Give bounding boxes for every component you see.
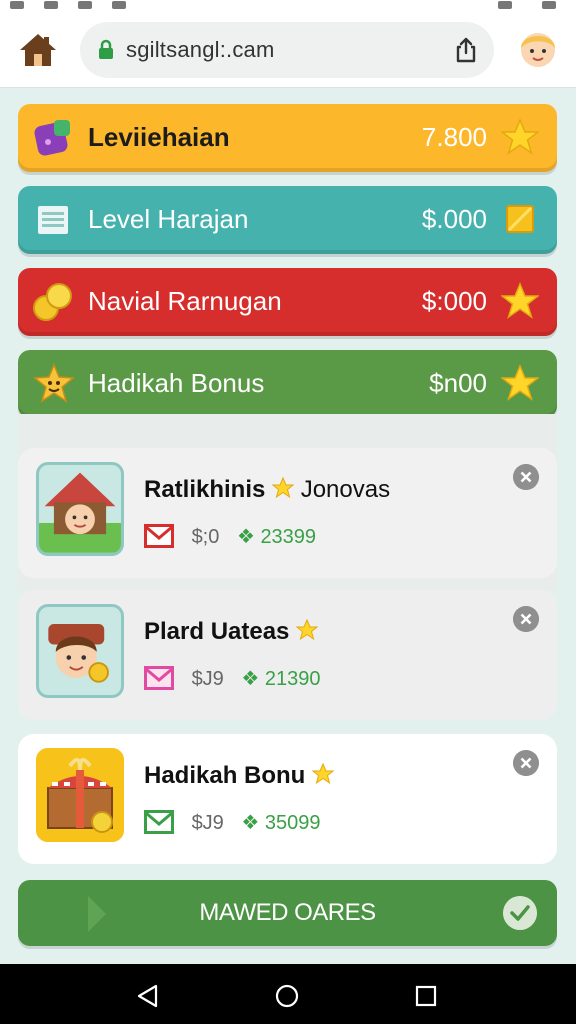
reward-row[interactable]: Leviiehaian 7.800 [18, 104, 557, 172]
coins-icon [33, 283, 72, 321]
smiling-star-icon [33, 363, 75, 403]
star-icon [501, 364, 539, 401]
item-title: Ratlikhinis Jonovas [144, 476, 390, 504]
recents-icon[interactable] [414, 984, 438, 1008]
gem-icon: ❖ [241, 668, 260, 690]
envelope-icon [144, 524, 174, 548]
reward-label: Level Harajan [88, 204, 249, 234]
close-icon[interactable] [513, 606, 539, 632]
yellow-square-icon [506, 205, 534, 233]
gem-icon: ❖ [241, 812, 260, 834]
treasure-chest-icon [36, 748, 124, 842]
item-title: Hadikah Bonu [144, 762, 335, 790]
item-meta: $J9 ❖ 35099 [144, 810, 321, 835]
gem-pouch-icon [34, 120, 70, 156]
home-icon[interactable] [18, 30, 58, 70]
url-text[interactable]: sgiltsangl:.cam [126, 37, 275, 63]
reward-row[interactable]: Hadikah Bonus $n00 [18, 350, 557, 418]
reward-label: Navial Rarnugan [88, 286, 282, 316]
item-meta: $J9 ❖ 21390 [144, 666, 321, 691]
system-nav-bar [0, 964, 576, 1024]
star-icon [312, 763, 335, 785]
item-title-text: Ratlikhinis [144, 476, 266, 503]
star-icon [501, 282, 539, 319]
item-card[interactable]: Hadikah Bonu $J9 ❖ 35099 [18, 734, 557, 864]
item-title-suffix: Jonovas [300, 476, 391, 503]
item-price: $J9 [191, 812, 224, 834]
star-icon [272, 477, 295, 499]
document-icon [38, 206, 68, 234]
reward-value: 7.800 [421, 122, 487, 152]
reward-label: Leviiehaian [88, 122, 230, 152]
close-icon[interactable] [513, 750, 539, 776]
item-gems: 35099 [264, 812, 321, 834]
reward-row[interactable]: Navial Rarnugan $:000 [18, 268, 557, 336]
gem-icon: ❖ [236, 526, 255, 548]
check-icon [503, 896, 537, 930]
item-gems: 23399 [260, 526, 317, 548]
share-icon[interactable] [452, 36, 480, 64]
item-title-text: Plard Uateas [144, 618, 290, 645]
envelope-icon [144, 810, 174, 834]
status-icons-left [10, 0, 150, 9]
star-icon [501, 118, 539, 155]
star-icon [296, 619, 319, 641]
browser-toolbar: sgiltsangl:.cam [0, 12, 576, 88]
reward-label: Hadikah Bonus [88, 368, 265, 398]
reward-row[interactable]: Level Harajan $.000 [18, 186, 557, 254]
avatar-icon[interactable] [516, 26, 560, 70]
item-price: $J9 [191, 668, 224, 690]
home-circle-icon[interactable] [275, 984, 299, 1008]
item-price: $;0 [191, 526, 220, 548]
status-bar [0, 0, 576, 12]
character-coin-icon [36, 604, 124, 698]
reward-value: $:000 [421, 286, 487, 316]
close-icon[interactable] [513, 464, 539, 490]
item-title-text: Hadikah Bonu [144, 762, 306, 789]
lock-icon [99, 39, 113, 59]
back-icon[interactable] [136, 984, 160, 1008]
item-meta: $;0 ❖ 23399 [144, 524, 316, 549]
item-card[interactable]: Plard Uateas $J9 ❖ 21390 [18, 590, 557, 720]
house-character-icon [36, 462, 124, 556]
envelope-icon [144, 666, 174, 690]
item-card[interactable]: Ratlikhinis Jonovas $;0 ❖ 23399 [18, 448, 557, 578]
reward-value: $.000 [421, 204, 487, 234]
item-title: Plard Uateas [144, 618, 319, 646]
item-gems: 21390 [264, 668, 321, 690]
address-bar[interactable]: sgiltsangl:.cam [80, 22, 494, 78]
claim-button[interactable]: MAWED OARES [18, 880, 557, 946]
claim-button-label: MAWED OARES [199, 899, 376, 926]
reward-value: $n00 [429, 368, 487, 398]
